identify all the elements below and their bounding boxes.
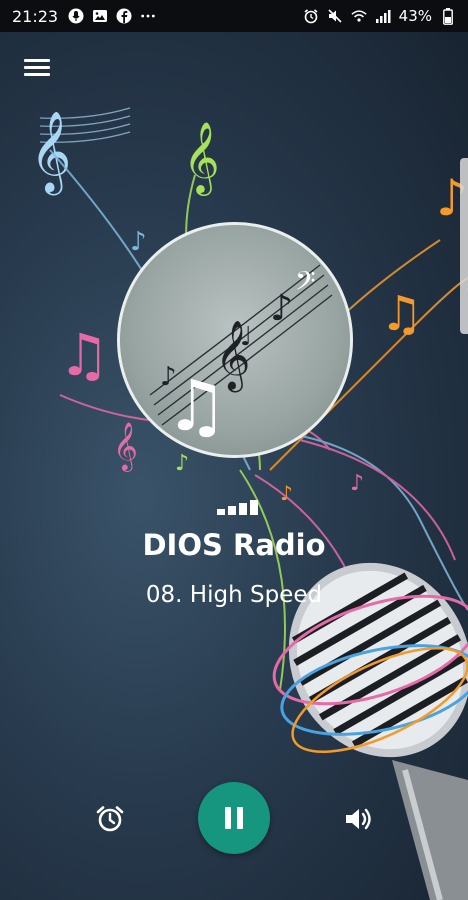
menu-icon-bar bbox=[24, 73, 50, 76]
volume-icon bbox=[346, 808, 371, 830]
svg-text:♪: ♪ bbox=[160, 362, 177, 392]
music-note-decoration: ♫ bbox=[58, 321, 110, 389]
mute-icon bbox=[327, 8, 343, 24]
music-note-decoration: 𝄞 bbox=[113, 421, 138, 472]
mic-icon bbox=[68, 8, 84, 24]
track-title: 08. High Speed bbox=[145, 582, 323, 608]
stream-signal-icon bbox=[217, 500, 258, 515]
album-art-image: 𝄞 ♫ ♪ 𝄢 ♩ ♪ bbox=[149, 264, 333, 447]
treble-clef-decoration: 𝄞 bbox=[183, 120, 220, 196]
status-bar-right: 43% bbox=[303, 7, 456, 25]
volume-button[interactable] bbox=[342, 803, 374, 835]
menu-button[interactable] bbox=[24, 56, 50, 78]
music-note-decoration: ♪ bbox=[130, 227, 147, 257]
pause-button[interactable] bbox=[198, 782, 270, 854]
svg-text:♪: ♪ bbox=[270, 288, 293, 329]
staff-lines-decoration bbox=[39, 107, 131, 143]
battery-icon bbox=[440, 7, 456, 25]
sleep-timer-button[interactable] bbox=[94, 803, 126, 835]
music-note-decoration: ♪ bbox=[350, 471, 364, 496]
image-icon bbox=[92, 8, 108, 24]
alarm-icon bbox=[303, 8, 319, 24]
more-icon bbox=[140, 8, 156, 24]
background-decoration: 𝄞 𝄞 ♫ 𝄞 ♫ ♪ ♪ ♪ ♪ ♪ bbox=[30, 107, 468, 900]
facebook-icon bbox=[116, 8, 132, 24]
battery-percent: 43% bbox=[398, 7, 432, 25]
status-time: 21:23 bbox=[12, 6, 59, 26]
treble-clef-decoration: 𝄞 bbox=[30, 110, 71, 195]
music-note-decoration: ♪ bbox=[280, 481, 293, 505]
music-note-decoration: ♪ bbox=[175, 451, 189, 476]
album-artwork: 𝄞 ♫ ♪ 𝄢 ♩ ♪ bbox=[117, 222, 353, 458]
status-bar-left: 21:23 bbox=[12, 7, 156, 26]
svg-text:♩: ♩ bbox=[240, 322, 252, 352]
pause-icon bbox=[225, 807, 243, 829]
status-bar: 21:23 43% bbox=[0, 0, 468, 32]
menu-icon-bar bbox=[24, 59, 50, 62]
edge-panel-handle[interactable] bbox=[460, 158, 468, 334]
music-note-decoration: ♫ bbox=[380, 286, 423, 342]
alarm-clock-icon bbox=[96, 806, 124, 832]
wifi-icon bbox=[351, 8, 367, 24]
signal-icon bbox=[375, 8, 391, 24]
menu-icon-bar bbox=[24, 66, 50, 69]
svg-text:𝄢: 𝄢 bbox=[295, 265, 316, 303]
station-name: DIOS Radio bbox=[142, 528, 326, 562]
